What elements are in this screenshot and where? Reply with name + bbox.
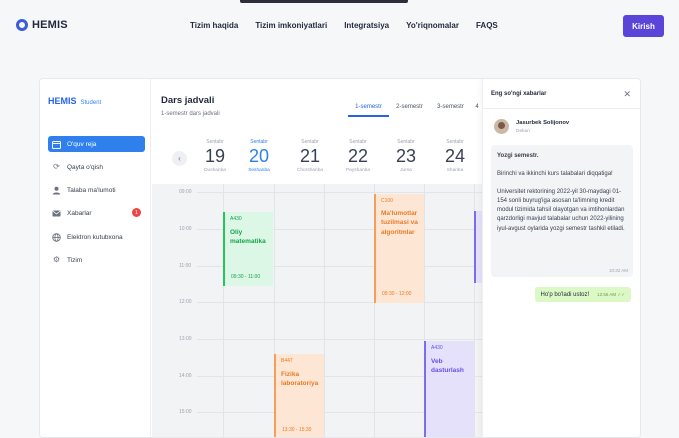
refresh-icon: ⟳ [53,162,60,171]
time-label: 13:00 [179,336,192,342]
sidebar-item-system[interactable]: ⚙ Tizim [48,252,145,268]
sidebar-item-library[interactable]: Elektron kutubxona [48,229,145,245]
grid-line [197,302,482,303]
app-window: HEMIS Student O'quv reja ⟳ Qayta o'qish … [39,78,641,438]
tab-semester-1[interactable]: 1-semestr [348,104,389,117]
time-label: 14:00 [179,373,192,379]
time-label: 10:00 [179,226,192,232]
reply-bubble: Ho'p bo'ladi ustoz! 12:56 AM ✓✓ [534,287,631,302]
reply-text: Ho'p bo'ladi ustoz! [540,291,590,298]
mail-icon [52,209,61,218]
messages-panel: Eng so'ngi xabarlar ✕ Jasurbek Solijonov… [482,79,640,437]
day-header[interactable]: Sentabr 21 Chorshanba [290,139,330,173]
messages-header: Eng so'ngi xabarlar [491,91,547,97]
logo-text: HEMIS [32,19,68,31]
sender-role: Dekan [516,129,530,134]
sidebar-brand-sub: Student [80,100,102,106]
time-label: 09:00 [179,189,192,195]
gear-icon: ⚙ [52,255,61,264]
nav-item-features[interactable]: Tizim imkoniyatlari [255,21,327,30]
logo-ring-icon [16,19,28,31]
user-icon [52,186,61,195]
sender-name: Jasurbek Solijonov [516,120,570,126]
page-subtitle: 1-semestr dars jadvali [161,111,220,117]
calendar-grid: 09:00 10:00 11:00 12:00 13:00 14:00 15:0… [152,184,482,437]
close-icon[interactable]: ✕ [623,89,631,100]
site-logo[interactable]: HEMIS [16,19,68,31]
sidebar-item-label: Xabarlar [67,209,92,217]
grid-col-line [324,184,325,437]
day-header-active[interactable]: Sentabr 20 Seshanba [239,139,279,173]
sidebar-item-retake[interactable]: ⟳ Qayta o'qish [48,159,145,175]
globe-icon [52,232,61,242]
site-header: HEMIS Tizim haqida Tizim imkoniyatlari I… [0,0,679,56]
sidebar-item-label: Qayta o'qish [67,163,103,171]
grid-line [197,192,482,193]
message-title: Yozgi semestr. [497,153,539,159]
grid-line [197,339,482,340]
day-header[interactable]: Sentabr 22 Payshanba [338,139,378,173]
nav-item-integration[interactable]: Integratsiya [344,21,389,30]
schedule-main: Dars jadvali 1-semestr dars jadvali 1-se… [152,79,483,437]
week-days: Sentabr 19 Dushanba Sentabr 20 Seshanba … [152,139,482,184]
sidebar-item-student-info[interactable]: Talaba ma'lumoti [48,182,145,198]
message-paragraph: Universitet rektorining 2022-yil 30-mayd… [497,188,625,232]
time-label: 12:00 [179,299,192,305]
calendar-icon [52,140,61,149]
sidebar: HEMIS Student O'quv reja ⟳ Qayta o'qish … [40,79,151,437]
message-time: 10:32 AM [608,268,628,273]
main-nav: Tizim haqida Tizim imkoniyatlari Integra… [190,21,515,30]
reply-time: 12:56 AM ✓✓ [597,291,625,297]
message-bubble: Yozgi semestr. Birinchi va ikkinchi kurs… [491,145,633,277]
event-card-algorithms[interactable]: C100 Ma'lumotlar tuzilmasi va algoritmla… [374,194,424,303]
page-title: Dars jadvali [161,95,215,106]
sidebar-item-label: Elektron kutubxona [67,233,123,241]
day-header[interactable]: Sentabr 23 Juma [386,139,426,173]
tab-semester-2[interactable]: 2-semestr [389,104,430,117]
event-card-web-dev[interactable]: A430 Veb dasturlash [424,341,474,437]
event-card-math[interactable]: A430 Oliy matematika 09:30 - 11:00 [223,212,273,286]
semester-tabs: 1-semestr 2-semestr 3-semestr 4 [348,104,483,117]
divider [483,108,640,109]
event-card-networks-edge[interactable] [474,211,482,283]
avatar[interactable] [494,119,509,134]
time-label: 15:00 [179,409,192,415]
double-check-icon: ✓✓ [617,291,625,297]
sidebar-item-label: Tizim [67,256,83,264]
sidebar-item-label: O'quv reja [67,140,97,148]
time-label: 11:00 [179,263,192,269]
sidebar-brand-name: HEMIS [48,96,77,106]
day-header[interactable]: Sentabr 19 Dushanba [195,139,235,173]
tab-semester-3[interactable]: 3-semestr [430,104,471,117]
sidebar-item-study-plan[interactable]: O'quv reja [48,136,145,152]
message-paragraph: Birinchi va ikkinchi kurs talabalari diq… [497,171,613,178]
sidebar-brand: HEMIS Student [48,96,101,106]
nav-item-faqs[interactable]: FAQS [476,21,498,30]
sidebar-item-label: Talaba ma'lumoti [67,186,116,194]
day-header[interactable]: Sentabr 24 Shanba [435,139,475,173]
login-button[interactable]: Kirish [623,15,664,37]
event-card-physics-lab[interactable]: B447 Fizika laboratoriya 13:30 - 15:30 [274,354,324,437]
sidebar-item-messages[interactable]: Xabarlar 1 [48,205,145,221]
nav-item-about[interactable]: Tizim haqida [190,21,238,30]
nav-item-guides[interactable]: Yo'riqnomalar [406,21,459,30]
unread-badge: 1 [132,208,141,217]
